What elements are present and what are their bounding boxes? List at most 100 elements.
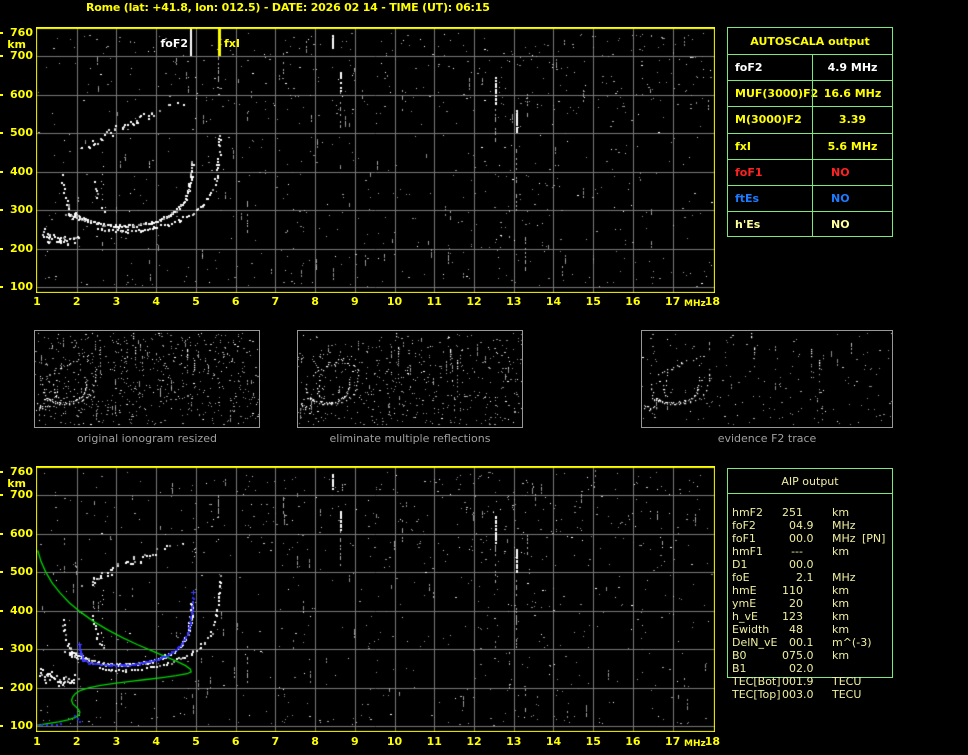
aip-param-name: foE <box>732 571 750 584</box>
top-ionogram-canvas <box>36 27 715 293</box>
x-tick-label: 11 <box>427 295 442 308</box>
autoscala-row-value: 5.6 MHz <box>812 134 892 159</box>
y-axis-edge-tick <box>0 494 3 496</box>
y-axis-edge-tick <box>0 248 3 250</box>
x-tick-label: 14 <box>546 735 561 748</box>
aip-param-unit: km <box>832 597 849 610</box>
aip-param-value: 48 <box>789 623 803 636</box>
aip-param-value-frac: .9 <box>803 519 814 532</box>
aip-param-unit: km <box>832 584 849 597</box>
y-tick-label: 600 <box>0 527 33 540</box>
autoscala-row-label: foF1 <box>728 160 812 185</box>
aip-param-unit: TECU <box>832 688 861 701</box>
y-tick-label: 400 <box>0 604 33 617</box>
y-axis-edge-tick <box>0 533 3 535</box>
aip-param-value-frac: .0 <box>803 532 814 545</box>
x-tick-label: 15 <box>586 735 601 748</box>
aip-row-b1: B102.0 <box>727 662 892 675</box>
y-tick-label: 200 <box>0 681 33 694</box>
aip-param-value: 003 <box>782 688 803 701</box>
y-axis-unit: km <box>0 477 26 490</box>
aip-row-deln-ve: DelN_vE00.1m^(-3) <box>727 636 892 649</box>
aip-param-unit: TECU <box>832 675 861 688</box>
autoscala-row-muf-3000-f2: MUF(3000)F216.6 MHz <box>728 80 892 106</box>
autoscala-row-value: NO <box>812 160 892 185</box>
x-tick-label: 4 <box>152 735 160 748</box>
x-axis-unit: MHz <box>684 299 706 310</box>
aip-param-unit: MHz <box>832 532 856 545</box>
thumbnail-caption-original: original ionogram resized <box>34 432 260 445</box>
autoscala-row-label: MUF(3000)F2 <box>728 81 812 106</box>
y-tick-label: 600 <box>0 88 33 101</box>
aip-param-name: B0 <box>732 649 747 662</box>
x-tick-label: 7 <box>272 295 280 308</box>
thumbnail-eliminate-reflections <box>297 330 523 428</box>
aip-param-name: h_vE <box>732 610 758 623</box>
aip-param-value: 00 <box>789 558 803 571</box>
y-tick-label: 300 <box>0 642 33 655</box>
x-tick-label: 9 <box>351 735 359 748</box>
thumbnail-evidence-f2 <box>641 330 893 428</box>
y-axis-edge-tick <box>0 286 3 288</box>
x-tick-label: 3 <box>113 295 121 308</box>
aip-param-value: 00 <box>789 636 803 649</box>
x-tick-label: 16 <box>625 295 640 308</box>
aip-param-value-frac: .0 <box>803 558 814 571</box>
x-axis-unit: MHz <box>684 739 706 750</box>
x-tick-label: 15 <box>586 295 601 308</box>
x-tick-label: 11 <box>427 735 442 748</box>
aip-row-ewidth: Ewidth48km <box>727 623 892 636</box>
aip-param-name: B1 <box>732 662 747 675</box>
x-tick-label: 17 <box>665 295 680 308</box>
autoscala-row-fxi: fxI5.6 MHz <box>728 133 892 159</box>
y-tick-label: 300 <box>0 203 33 216</box>
aip-param-unit: km <box>832 545 849 558</box>
fof2-marker-label: foF2 <box>150 37 188 50</box>
aip-param-value: 251 <box>782 506 803 519</box>
fxi-marker-label: fxI <box>224 37 240 50</box>
aip-param-name: Ewidth <box>732 623 769 636</box>
aip-param-name: TEC[Bot] <box>732 675 781 688</box>
x-tick-label: 2 <box>73 295 81 308</box>
aip-param-value: 001 <box>782 675 803 688</box>
x-tick-label: 13 <box>506 295 521 308</box>
aip-param-value: 075 <box>782 649 803 662</box>
aip-param-unit: m^(-3) <box>832 636 871 649</box>
aip-row-h-ve: h_vE123km <box>727 610 892 623</box>
aip-param-value-frac: .0 <box>803 662 814 675</box>
y-tick-label: 400 <box>0 165 33 178</box>
x-tick-label: 8 <box>311 295 319 308</box>
aip-param-name: ymE <box>732 597 756 610</box>
aip-row-hmf1: hmF1---km <box>727 545 892 558</box>
x-tick-label: 6 <box>232 735 240 748</box>
y-axis-edge-tick <box>0 32 3 34</box>
autoscala-row-label: M(3000)F2 <box>728 107 812 132</box>
x-tick-label: 12 <box>466 735 481 748</box>
thumbnail-caption-evidence: evidence F2 trace <box>641 432 893 445</box>
autoscala-table-rows: foF24.9 MHzMUF(3000)F216.6 MHzM(3000)F23… <box>728 54 892 237</box>
x-tick-label: 18 <box>705 295 720 308</box>
aip-row-fof2: foF204.9MHz <box>727 519 892 532</box>
aip-param-value: 2 <box>796 571 803 584</box>
y-axis-edge-tick <box>0 132 3 134</box>
aip-param-name: foF2 <box>732 519 756 532</box>
x-tick-label: 5 <box>192 735 200 748</box>
aip-row-yme: ymE20km <box>727 597 892 610</box>
thumbnail-caption-eliminate: eliminate multiple reflections <box>297 432 523 445</box>
autoscala-row-label: foF2 <box>728 55 812 80</box>
thumbnail-canvas <box>298 331 522 427</box>
aip-param-name: hmE <box>732 584 757 597</box>
y-axis-edge-tick <box>0 725 3 727</box>
bottom-ionogram-canvas <box>36 466 715 732</box>
x-tick-label: 3 <box>113 735 121 748</box>
aip-param-value-frac: .0 <box>803 688 814 701</box>
autoscala-row-value: 4.9 MHz <box>812 55 892 80</box>
x-tick-label: 7 <box>272 735 280 748</box>
aip-param-value: 110 <box>782 584 803 597</box>
aip-param-unit: km <box>832 506 849 519</box>
y-tick-label: 700 <box>0 49 33 62</box>
y-axis-edge-tick <box>0 648 3 650</box>
aip-param-value-frac: .1 <box>803 571 814 584</box>
aip-param-value-frac: .0 <box>803 649 814 662</box>
aip-param-value: 00 <box>789 532 803 545</box>
